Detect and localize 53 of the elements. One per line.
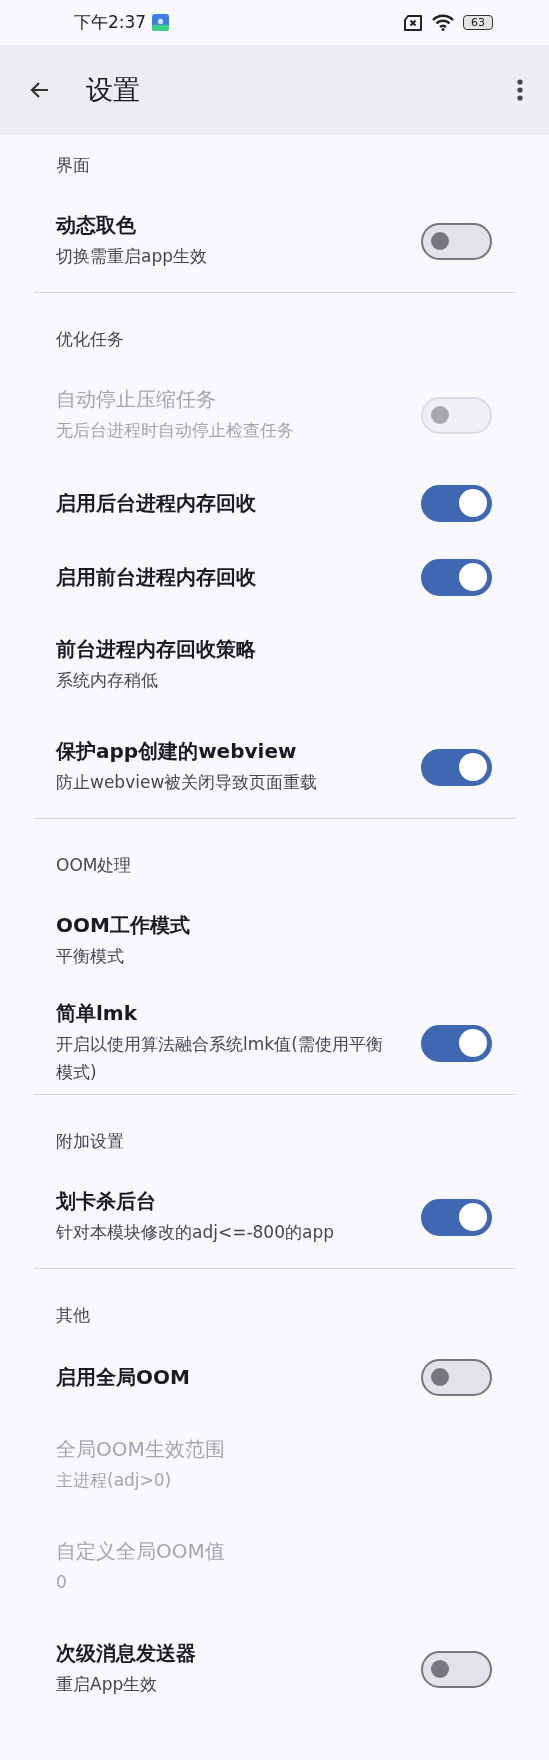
setting-item[interactable]: 保护app创建的webview 防止webview被关闭导致页面重载 bbox=[0, 716, 549, 818]
setting-title: 动态取色 bbox=[56, 211, 137, 239]
section-header: 优化任务 bbox=[56, 327, 124, 351]
toggle-switch[interactable] bbox=[421, 1198, 492, 1236]
setting-summary: 主进程(adj>0) bbox=[56, 1468, 173, 1492]
setting-summary: 切换需重启app生效 bbox=[56, 244, 207, 268]
setting-summary: 开启以使用算法融合系统lmk值(需使用平衡模式) bbox=[56, 1033, 384, 1084]
app-notification-icon bbox=[152, 14, 170, 31]
more-options-icon bbox=[517, 79, 523, 101]
setting-title: 前台进程内存回收策略 bbox=[56, 635, 256, 663]
setting-title: 启用前台进程内存回收 bbox=[56, 563, 256, 591]
no-sim-icon bbox=[403, 14, 423, 31]
setting-item[interactable]: 动态取色 切换需重启app生效 bbox=[0, 190, 549, 292]
section-header: OOM处理 bbox=[56, 853, 132, 877]
section-header: 附加设置 bbox=[56, 1129, 124, 1153]
setting-summary: 0 bbox=[56, 1570, 68, 1594]
setting-summary: 系统内存稍低 bbox=[56, 668, 159, 692]
setting-title: 启用全局OOM bbox=[56, 1363, 190, 1391]
setting-item[interactable]: 次级消息发送器 重启App生效 bbox=[0, 1618, 549, 1720]
toggle-switch[interactable] bbox=[421, 748, 492, 786]
page-title: 设置 bbox=[86, 73, 141, 107]
setting-item[interactable]: 启用后台进程内存回收 bbox=[0, 466, 549, 540]
toggle-switch[interactable] bbox=[421, 1024, 492, 1062]
setting-title: 次级消息发送器 bbox=[56, 1639, 196, 1667]
section-header: 其他 bbox=[56, 1303, 90, 1327]
status-time: 下午2:37 bbox=[74, 11, 147, 34]
section-header: 界面 bbox=[56, 153, 90, 177]
wifi-icon bbox=[432, 14, 454, 31]
toggle-switch[interactable] bbox=[421, 1650, 492, 1688]
toggle-switch[interactable] bbox=[421, 222, 492, 260]
setting-summary: 平衡模式 bbox=[56, 944, 125, 968]
setting-item[interactable]: OOM工作模式 平衡模式 bbox=[0, 890, 549, 992]
setting-item[interactable]: 启用前台进程内存回收 bbox=[0, 540, 549, 614]
setting-item[interactable]: 简单lmk 开启以使用算法融合系统lmk值(需使用平衡模式) bbox=[0, 992, 549, 1094]
toggle-switch[interactable] bbox=[421, 558, 492, 596]
setting-title: 自动停止压缩任务 bbox=[56, 385, 217, 413]
setting-item[interactable]: 启用全局OOM bbox=[0, 1340, 549, 1414]
battery-indicator: 63 bbox=[463, 15, 493, 30]
setting-title: 自定义全局OOM值 bbox=[56, 1537, 225, 1565]
setting-title: OOM工作模式 bbox=[56, 911, 190, 939]
toggle-switch[interactable] bbox=[421, 1358, 492, 1396]
setting-item[interactable]: 前台进程内存回收策略 系统内存稍低 bbox=[0, 614, 549, 716]
setting-summary: 无后台进程时自动停止检查任务 bbox=[56, 418, 294, 442]
setting-title: 简单lmk bbox=[56, 1000, 138, 1028]
setting-summary: 防止webview被关闭导致页面重载 bbox=[56, 770, 318, 794]
setting-summary: 重启App生效 bbox=[56, 1672, 159, 1696]
setting-summary: 针对本模块修改的adj<=-800的app bbox=[56, 1220, 334, 1244]
setting-item[interactable]: 划卡杀后台 针对本模块修改的adj<=-800的app bbox=[0, 1166, 549, 1268]
setting-title: 全局OOM生效范围 bbox=[56, 1435, 225, 1463]
setting-title: 划卡杀后台 bbox=[56, 1187, 157, 1215]
setting-title: 保护app创建的webview bbox=[56, 737, 298, 765]
setting-title: 启用后台进程内存回收 bbox=[56, 489, 256, 517]
toggle-switch[interactable] bbox=[421, 484, 492, 522]
